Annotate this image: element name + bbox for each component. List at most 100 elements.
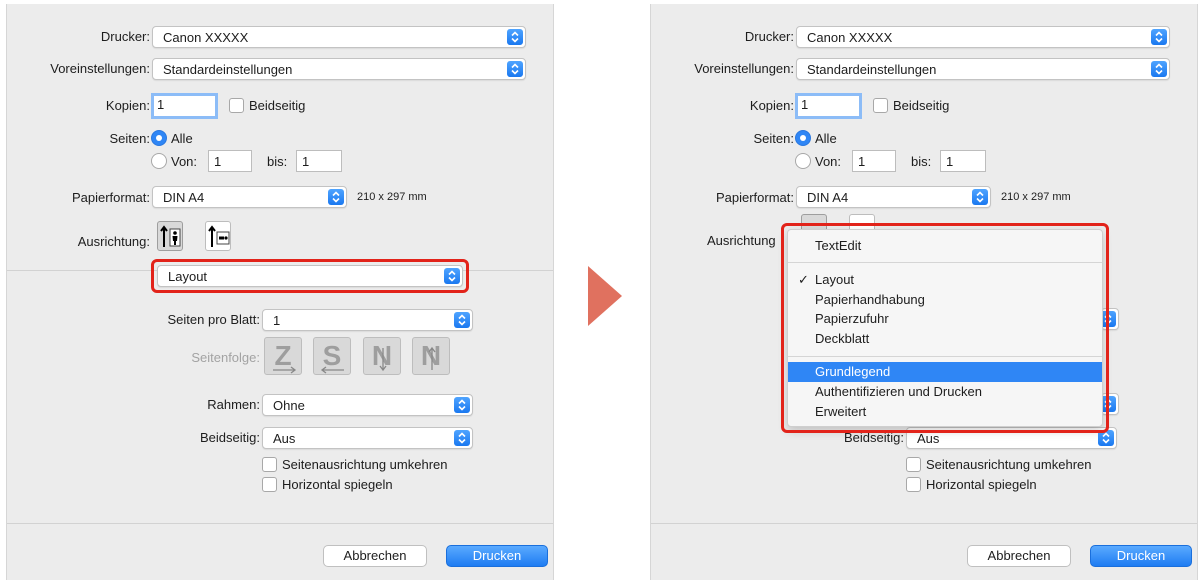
- drucker-popup[interactable]: Canon XXXXX: [796, 26, 1170, 48]
- landscape-person-icon: [208, 225, 230, 247]
- bis-value: 1: [946, 154, 954, 169]
- page-order-n-reverse-button[interactable]: N: [412, 337, 450, 375]
- cancel-button[interactable]: Abbrechen: [967, 545, 1071, 567]
- page-order-n-icon: [379, 348, 387, 372]
- voreinstellungen-popup[interactable]: Standardeinstellungen: [796, 58, 1170, 80]
- print-button[interactable]: Drucken: [446, 545, 548, 567]
- alle-radio[interactable]: [151, 130, 167, 146]
- beidseitig-check-label: Beidseitig: [893, 98, 950, 113]
- papierformat-value: DIN A4: [163, 190, 205, 205]
- print-dialog-menu-open: Drucker: Canon XXXXX Voreinstellungen: S…: [650, 4, 1198, 580]
- seitenausrichtung-label: Seitenausrichtung umkehren: [926, 457, 1092, 472]
- drucker-value: Canon XXXXX: [807, 30, 893, 45]
- chevron-updown-icon: [454, 312, 470, 328]
- beidseitig-checkbox[interactable]: [873, 98, 888, 113]
- separator: [7, 523, 553, 524]
- voreinstellungen-label: Voreinstellungen:: [694, 61, 794, 76]
- von-input[interactable]: 1: [852, 150, 896, 172]
- page-order-s-icon: [320, 366, 344, 374]
- section-value: Layout: [168, 269, 208, 284]
- horizontal-spiegeln-checkbox[interactable]: [906, 477, 921, 492]
- page-order-n-reverse-icon: [428, 346, 436, 370]
- ausrichtung-label: Ausrichtung: [707, 233, 776, 248]
- page-order-z-button[interactable]: Z: [264, 337, 302, 375]
- kopien-label: Kopien:: [749, 98, 794, 113]
- papierformat-popup[interactable]: DIN A4: [152, 186, 347, 208]
- cancel-button[interactable]: Abbrechen: [323, 545, 427, 567]
- seiten-label: Seiten:: [753, 131, 794, 146]
- papierformat-popup[interactable]: DIN A4: [796, 186, 991, 208]
- beidseitig-label: Beidseitig:: [200, 430, 260, 445]
- drucker-label: Drucker:: [100, 29, 150, 44]
- highlight-frame: [781, 223, 1109, 433]
- von-value: 1: [214, 154, 222, 169]
- kopien-input[interactable]: 1: [151, 93, 218, 119]
- bis-input[interactable]: 1: [940, 150, 986, 172]
- kopien-input[interactable]: 1: [795, 93, 862, 119]
- papierformat-label: Papierformat:: [71, 190, 150, 205]
- ausrichtung-label: Ausrichtung:: [77, 234, 150, 249]
- page-order-s-button[interactable]: S: [313, 337, 351, 375]
- seitenausrichtung-checkbox[interactable]: [262, 457, 277, 472]
- landscape-orientation-button[interactable]: [205, 221, 231, 251]
- seitenfolge-label: Seitenfolge:: [191, 350, 260, 365]
- von-label: Von:: [815, 154, 842, 169]
- papier-size: 210 x 297 mm: [357, 191, 427, 203]
- chevron-updown-icon: [972, 189, 988, 205]
- section-popup[interactable]: Layout: [157, 265, 463, 287]
- print-button[interactable]: Drucken: [1090, 545, 1192, 567]
- kopien-value: 1: [157, 97, 165, 112]
- voreinstellungen-popup[interactable]: Standardeinstellungen: [152, 58, 526, 80]
- drucker-value: Canon XXXXX: [163, 30, 249, 45]
- chevron-updown-icon: [507, 29, 523, 45]
- beidseitig-checkbox[interactable]: [229, 98, 244, 113]
- page-order-n-button[interactable]: N: [363, 337, 401, 375]
- von-radio[interactable]: [151, 153, 167, 169]
- rahmen-popup[interactable]: Ohne: [262, 394, 473, 416]
- chevron-updown-icon: [444, 268, 460, 284]
- von-label: Von:: [171, 154, 198, 169]
- bis-input[interactable]: 1: [296, 150, 342, 172]
- page-order-z-icon: [273, 366, 297, 374]
- voreinstellungen-label: Voreinstellungen:: [50, 61, 150, 76]
- bis-value: 1: [302, 154, 310, 169]
- chevron-updown-icon: [1151, 61, 1167, 77]
- von-radio[interactable]: [795, 153, 811, 169]
- seiten-label: Seiten:: [109, 131, 150, 146]
- seiten-pro-blatt-value: 1: [273, 313, 281, 328]
- portrait-orientation-button[interactable]: [157, 221, 183, 251]
- chevron-updown-icon: [1151, 29, 1167, 45]
- papierformat-label: Papierformat:: [715, 190, 794, 205]
- bis-label: bis:: [911, 154, 932, 169]
- horizontal-spiegeln-label: Horizontal spiegeln: [926, 477, 1037, 492]
- seitenausrichtung-checkbox[interactable]: [906, 457, 921, 472]
- alle-label: Alle: [815, 131, 837, 146]
- kopien-value: 1: [801, 97, 809, 112]
- voreinstellungen-value: Standardeinstellungen: [807, 62, 937, 77]
- chevron-updown-icon: [454, 397, 470, 413]
- chevron-updown-icon: [454, 430, 470, 446]
- beidseitig-check-label: Beidseitig: [249, 98, 306, 113]
- seiten-pro-blatt-label: Seiten pro Blatt:: [167, 312, 261, 327]
- seiten-pro-blatt-popup[interactable]: 1: [262, 309, 473, 331]
- beidseitig-value: Aus: [917, 431, 940, 446]
- von-value: 1: [858, 154, 866, 169]
- papierformat-value: DIN A4: [807, 190, 849, 205]
- arrow-right-icon: [588, 266, 622, 326]
- alle-radio[interactable]: [795, 130, 811, 146]
- print-dialog-layout: Drucker: Canon XXXXX Voreinstellungen: S…: [6, 4, 554, 580]
- beidseitig-value: Aus: [273, 431, 296, 446]
- beidseitig-popup[interactable]: Aus: [262, 427, 473, 449]
- horizontal-spiegeln-checkbox[interactable]: [262, 477, 277, 492]
- separator: [651, 523, 1197, 524]
- drucker-popup[interactable]: Canon XXXXX: [152, 26, 526, 48]
- von-input[interactable]: 1: [208, 150, 252, 172]
- chevron-updown-icon: [328, 189, 344, 205]
- bis-label: bis:: [267, 154, 288, 169]
- drucker-label: Drucker:: [744, 29, 794, 44]
- kopien-label: Kopien:: [105, 98, 150, 113]
- papier-size: 210 x 297 mm: [1001, 191, 1071, 203]
- rahmen-label: Rahmen:: [207, 397, 260, 412]
- horizontal-spiegeln-label: Horizontal spiegeln: [282, 477, 393, 492]
- chevron-updown-icon: [507, 61, 523, 77]
